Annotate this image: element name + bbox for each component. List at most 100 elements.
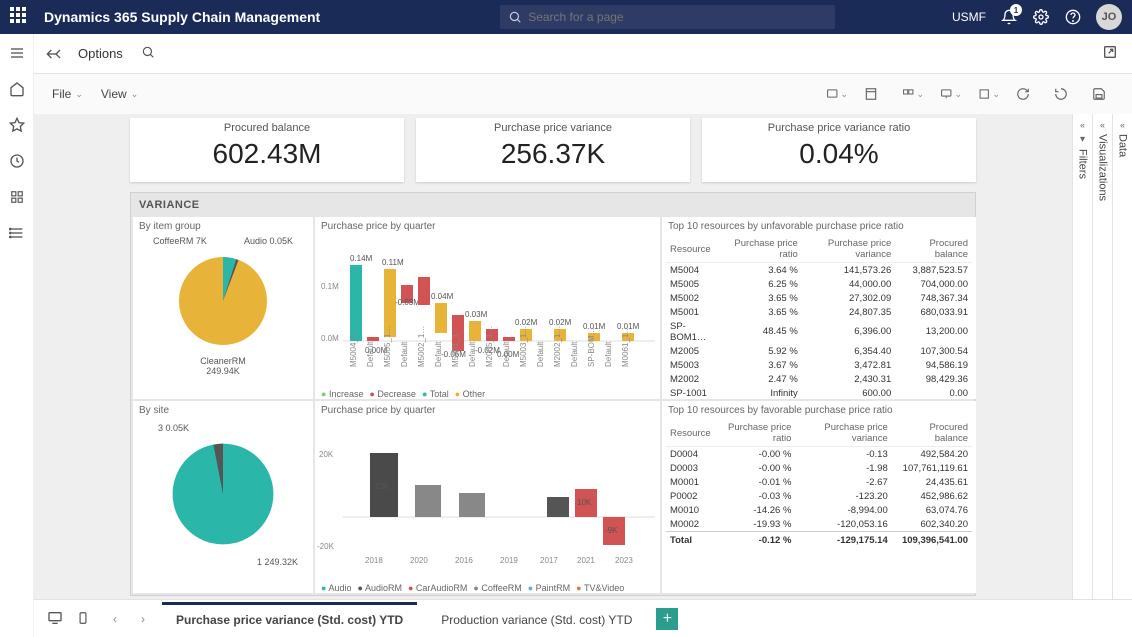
kpi-ppv-ratio[interactable]: Purchase price variance ratio 0.04% [702,118,976,182]
svg-text:2023: 2023 [615,556,633,565]
present-icon[interactable]: ⌄ [940,85,962,103]
report-tab[interactable]: Production variance (Std. cost) YTD [427,602,646,635]
company-code[interactable]: USMF [952,10,986,24]
legend: Increase Decrease Total Other [315,387,660,399]
chart-by-site[interactable]: By site 3 0.05K 1 249.32K [133,401,313,593]
svg-text:2021: 2021 [577,556,595,565]
svg-text:-20K: -20K [317,542,335,551]
data-pane-tab[interactable]: «Data [1112,114,1132,599]
svg-text:M5003_1…: M5003_1… [519,326,528,367]
recent-icon[interactable] [8,152,26,170]
svg-text:2017: 2017 [540,556,558,565]
waterfall-chart-icon: 0.1M 0.0M 0.14M 0.00M 0.11M -0.03M 0.04M… [315,236,660,384]
table-row[interactable]: D0003-0.00 %-1.98107,761,119.61 [666,461,972,475]
svg-text:-9K: -9K [605,526,618,535]
settings-icon[interactable] [1032,8,1050,26]
table-total-row: Total-0.12 %-129,175.14109,396,541.00 [666,532,972,548]
left-nav-rail [0,34,34,637]
kpi-value: 602.43M [130,138,404,170]
layout-icon[interactable]: ⌄ [978,85,1000,103]
modules-icon[interactable] [8,224,26,242]
svg-text:2019: 2019 [500,556,518,565]
svg-text:M5005_1…: M5005_1… [383,326,392,367]
table-top-favorable[interactable]: Top 10 resources by favorable purchase p… [662,401,976,593]
svg-text:0.1M: 0.1M [321,282,339,291]
star-icon[interactable] [8,116,26,134]
reset-icon[interactable] [1054,85,1076,103]
kpi-title: Procured balance [130,122,404,134]
table-row[interactable]: P0002-0.03 %-123.20452,986.62 [666,489,972,503]
svg-text:M5004_1…: M5004_1… [349,326,358,367]
tab-prev-icon[interactable]: ‹ [106,610,124,628]
kpi-procured-balance[interactable]: Procured balance 602.43M [130,118,404,182]
variance-panel: VARIANCE By item group CoffeeRM 7K Audio… [130,192,976,596]
notifications-icon[interactable]: 1 [1000,8,1018,26]
save-icon[interactable] [1092,85,1114,103]
action-pane: Options [0,34,1132,74]
table-row[interactable]: SP-1001Infinity600.000.00 [666,386,972,398]
svg-text:-0.03M: -0.03M [395,298,420,307]
table-row[interactable]: M50033.67 %3,472.8194,586.19 [666,358,972,372]
file-menu[interactable]: File⌄ [52,87,83,101]
global-search[interactable] [500,5,835,29]
table-row[interactable]: M0010-14.26 %-8,994.0063,074.76 [666,503,972,517]
chart-by-item-group[interactable]: By item group CoffeeRM 7K Audio 0.05K Cl… [133,217,313,399]
table-row[interactable]: M0001-0.01 %-2.6724,435.61 [666,475,972,489]
report-canvas: Procured balance 602.43M Purchase price … [34,114,1072,599]
svg-text:0.0M: 0.0M [321,334,339,343]
add-page-button[interactable]: + [656,608,678,630]
svg-text:0.03M: 0.03M [465,310,488,319]
desktop-layout-icon[interactable] [46,610,66,628]
table-top-unfavorable[interactable]: Top 10 resources by unfavorable purchase… [662,217,976,399]
refresh-icon[interactable] [1016,85,1038,103]
svg-text:M2005_1…: M2005_1… [485,326,494,367]
home-icon[interactable] [8,80,26,98]
chart-ppq-waterfall[interactable]: Purchase price by quarter 0.1M 0.0M 0.14… [315,217,660,399]
svg-text:23K: 23K [375,482,390,491]
workspaces-icon[interactable] [8,188,26,206]
table-row[interactable]: M0002-19.93 %-120,053.16602,340.20 [666,517,972,532]
explore-data-icon[interactable]: ⌄ [826,85,848,103]
app-launcher-icon[interactable] [10,7,30,27]
mobile-layout-icon[interactable] [76,610,96,628]
search-input[interactable] [528,10,827,24]
options-tab[interactable]: Options [78,46,123,61]
kpi-value: 256.37K [416,138,690,170]
kpi-purchase-price-variance[interactable]: Purchase price variance 256.37K [416,118,690,182]
user-avatar[interactable]: JO [1096,4,1122,30]
svg-text:10K: 10K [577,498,592,507]
view-menu[interactable]: View⌄ [101,87,138,101]
report-tab-active[interactable]: Purchase price variance (Std. cost) YTD [162,602,417,635]
svg-text:0.14M: 0.14M [350,254,373,263]
svg-text:0.04M: 0.04M [431,292,454,301]
table-row[interactable]: M20022.47 %2,430.3198,429.36 [666,372,972,386]
bookmark-icon[interactable] [864,85,886,103]
svg-text:SP-BOM…: SP-BOM… [587,327,596,367]
kpi-title: Purchase price variance ratio [702,122,976,134]
table-row[interactable]: D0004-0.00 %-0.13492,584.20 [666,447,972,462]
table-row[interactable]: M50056.25 %44,000.00704,000.00 [666,277,972,291]
table-row[interactable]: M50043.64 %141,573.263,887,523.57 [666,263,972,278]
svg-text:Default: Default [570,341,579,367]
filters-pane-tab[interactable]: «▾Filters [1072,114,1092,599]
table-row[interactable]: M20055.92 %6,354.40107,300.54 [666,344,972,358]
svg-text:0.11M: 0.11M [382,258,404,267]
table-row[interactable]: M50013.65 %24,807.35680,033.91 [666,305,972,319]
visualizations-pane-tab[interactable]: «Visualizations [1092,114,1112,599]
hamburger-icon[interactable] [8,44,26,62]
tab-next-icon[interactable]: › [134,610,152,628]
view-mode-icon[interactable]: ⌄ [902,85,924,103]
page-search-icon[interactable] [141,45,155,62]
page-tabs-bar: ‹ › Purchase price variance (Std. cost) … [34,599,1132,637]
svg-text:Default: Default [434,341,443,367]
svg-text:2020: 2020 [410,556,428,565]
popout-icon[interactable] [1102,44,1118,63]
table-row[interactable]: SP-BOM1…48.45 %6,396.0013,200.00 [666,319,972,344]
data-table: ResourcePurchase price ratioPurchase pri… [666,420,972,548]
help-icon[interactable] [1064,8,1082,26]
chart-ppq-bars[interactable]: Purchase price by quarter 20K -20K 23K 7… [315,401,660,593]
svg-text:Default: Default [366,341,375,367]
back-button[interactable] [44,43,66,65]
table-row[interactable]: M50023.65 %27,302.09748,367.34 [666,291,972,305]
svg-text:Default: Default [400,341,409,367]
